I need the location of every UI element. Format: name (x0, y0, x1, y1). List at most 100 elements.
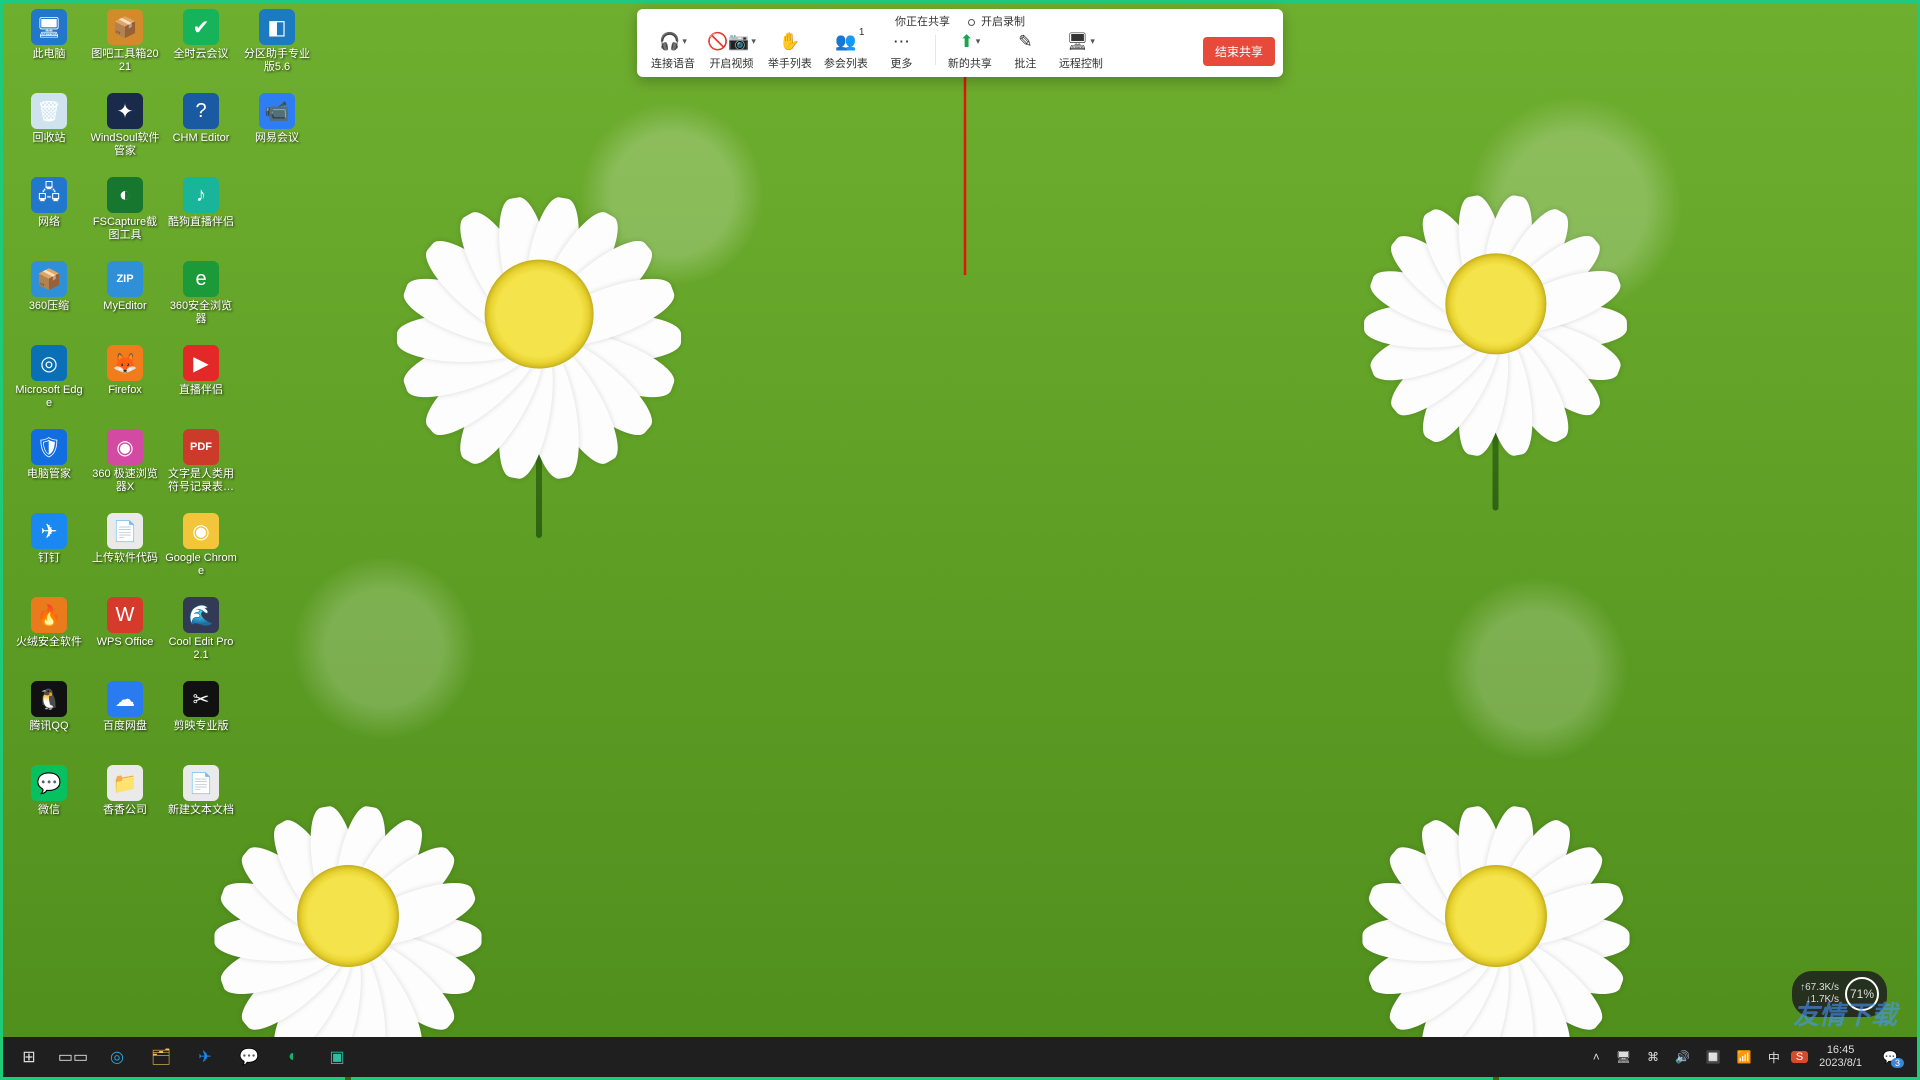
desktop-icon-label: 文字是人类用符号记录表… (165, 468, 237, 494)
network-monitor-widget[interactable]: ↑67.3K/s ↓1.7K/s 71% (1792, 971, 1887, 1017)
stop-share-button[interactable]: 结束共享 (1203, 37, 1275, 66)
desktop-icon[interactable]: ✔全时云会议 (163, 9, 239, 85)
wallpaper-flower (379, 154, 699, 474)
tray-bluetooth-icon[interactable]: ⌘ (1642, 1050, 1664, 1064)
app-icon: ♪ (183, 177, 219, 213)
app-icon: W (107, 597, 143, 633)
app-icon: 🐧 (31, 681, 67, 717)
desktop-icon[interactable]: ◧分区助手专业版5.6 (239, 9, 315, 85)
desktop-icon[interactable]: 📦图吧工具箱2021 (87, 9, 163, 85)
tray-battery-icon[interactable]: 🔲 (1701, 1050, 1726, 1064)
desktop-icon[interactable]: 🐧腾讯QQ (11, 681, 87, 757)
desktop-icon[interactable]: ✂剪映专业版 (163, 681, 239, 757)
chevron-down-icon: ▾ (976, 36, 981, 47)
windows-icon: ⊞ (22, 1047, 35, 1067)
app-icon: 📁 (107, 765, 143, 801)
task-view-button[interactable]: ▭▭ (51, 1037, 95, 1077)
desktop-icon[interactable]: ✦WindSoul软件管家 (87, 93, 163, 169)
app-icon: ? (183, 93, 219, 129)
desktop-icon[interactable]: ◐FSCapture截图工具 (87, 177, 163, 253)
new-share-button[interactable]: ⬆▾ 新的共享 (942, 31, 998, 71)
desktop-icon[interactable]: 🖥此电脑 (11, 9, 87, 85)
monitor-icon: 🖥 (1067, 32, 1089, 52)
desktop-icon-label: 分区助手专业版5.6 (241, 48, 313, 74)
taskbar-app-meeting[interactable]: ◐ (271, 1037, 315, 1077)
usage-ring: 71% (1845, 977, 1879, 1011)
tray-chevron-up-icon[interactable]: ˄ (1588, 1050, 1605, 1064)
desktop-icon[interactable]: 🦊Firefox (87, 345, 163, 421)
start-video-button[interactable]: 🚫📷▾ 开启视频 (701, 31, 762, 71)
desktop-icon[interactable]: ◉360 极速浏览器X (87, 429, 163, 505)
desktop-icon[interactable]: 📹网易会议 (239, 93, 315, 169)
app-icon: ✦ (107, 93, 143, 129)
desktop-icon[interactable]: ✈钉钉 (11, 513, 87, 589)
app-icon: ▶ (183, 345, 219, 381)
tray-volume-icon[interactable]: 🔊 (1670, 1050, 1695, 1064)
desktop-icon[interactable]: ☁百度网盘 (87, 681, 163, 757)
taskbar-app-wechat[interactable]: 💬 (227, 1037, 271, 1077)
app-icon: ◎ (31, 345, 67, 381)
start-recording[interactable]: 开启录制 (968, 13, 1025, 29)
annotate-button[interactable]: ✎ 批注 (998, 31, 1053, 71)
taskbar: ⊞ ▭▭ ◎ 🗂 ✈ 💬 ◐ ▣ ˄ 🖥 ⌘ 🔊 🔲 📶 中 S 16:45 2… (3, 1037, 1917, 1077)
app-icon: 🛡 (31, 429, 67, 465)
desktop-icon[interactable]: 📦360压缩 (11, 261, 87, 337)
download-speed: 1.7K/s (1811, 994, 1839, 1005)
desktop-icon[interactable]: ◎Microsoft Edge (11, 345, 87, 421)
app-icon: PDF (183, 429, 219, 465)
desktop-icon[interactable]: 📄上传软件代码 (87, 513, 163, 589)
desktop-icon[interactable]: WWPS Office (87, 597, 163, 673)
app-icon: ZIP (107, 261, 143, 297)
desktop-icon[interactable]: 🖧网络 (11, 177, 87, 253)
ime-brand-indicator[interactable]: S (1791, 1051, 1808, 1063)
share-screen-icon: ⬆ (959, 32, 973, 52)
app-icon: ◉ (183, 513, 219, 549)
app-icon: ✂ (183, 681, 219, 717)
desktop-icon[interactable]: 🔥 火绒安全软件 (11, 597, 87, 673)
desktop-icon-label: 图吧工具箱2021 (89, 48, 161, 74)
taskbar-app-edge[interactable]: ◎ (95, 1037, 139, 1077)
desktop-icon[interactable]: PDF 文字是人类用符号记录表… (163, 429, 239, 505)
desktop-icon[interactable]: e360安全浏览器 (163, 261, 239, 337)
desktop-icon-label: MyEditor (103, 300, 146, 313)
start-button[interactable]: ⊞ (7, 1037, 51, 1077)
desktop-icon[interactable]: 🗑回收站 (11, 93, 87, 169)
tray-monitor-icon[interactable]: 🖥 (1611, 1050, 1636, 1064)
desktop-icon[interactable]: 💬微信 (11, 765, 87, 841)
chevron-down-icon: ▾ (682, 36, 687, 47)
desktop-icon[interactable]: ▶直播伴侣 (163, 345, 239, 421)
notification-count: 3 (1891, 1058, 1904, 1068)
taskbar-app-explorer[interactable]: 🗂 (139, 1037, 183, 1077)
taskbar-app-remote[interactable]: ▣ (315, 1037, 359, 1077)
raise-hand-list-button[interactable]: ✋ 举手列表 (762, 31, 818, 71)
desktop-icon[interactable]: 🛡电脑管家 (11, 429, 87, 505)
desktop-icon[interactable]: 📁香香公司 (87, 765, 163, 841)
participants-button[interactable]: 👥1 参会列表 (818, 31, 874, 71)
desktop-icon-label: 火绒安全软件 (16, 636, 82, 649)
app-icon: 🌊 (183, 597, 219, 633)
desktop-icon-label: 全时云会议 (174, 48, 229, 61)
desktop-icon[interactable]: 🌊 Cool Edit Pro 2.1 (163, 597, 239, 673)
meeting-share-toolbar: 你正在共享 开启录制 🎧▾ 连接语音 🚫📷▾ 开启视频 ✋ 举手列表 👥1 参会… (637, 9, 1283, 77)
desktop-icon-label: Cool Edit Pro 2.1 (165, 636, 237, 662)
wallpaper-flower (1346, 766, 1646, 1066)
desktop-icon[interactable]: ?CHM Editor (163, 93, 239, 169)
desktop-icon-label: 酷狗直播伴侣 (168, 216, 234, 229)
app-icon: 🔥 (31, 597, 67, 633)
task-view-icon: ▭▭ (58, 1047, 88, 1067)
desktop-icon-label: 360 极速浏览器X (89, 468, 161, 494)
remote-control-button[interactable]: 🖥▾ 远程控制 (1053, 31, 1109, 71)
app-icon: ✈ (31, 513, 67, 549)
desktop-icon[interactable]: 📄新建文本文档 (163, 765, 239, 841)
desktop-icon[interactable]: ♪ 酷狗直播伴侣 (163, 177, 239, 253)
connect-audio-button[interactable]: 🎧▾ 连接语音 (645, 31, 701, 71)
red-arrow-annotation (955, 57, 975, 277)
taskbar-app-dingtalk[interactable]: ✈ (183, 1037, 227, 1077)
action-center-button[interactable]: 💬 3 (1873, 1043, 1907, 1071)
more-button[interactable]: ⋯ 更多 (874, 31, 929, 71)
desktop-icon[interactable]: ZIP MyEditor (87, 261, 163, 337)
tray-network-icon[interactable]: 📶 (1732, 1050, 1757, 1064)
taskbar-clock[interactable]: 16:45 2023/8/1 (1814, 1044, 1867, 1070)
ime-language[interactable]: 中 (1763, 1049, 1785, 1066)
desktop-icon[interactable]: ◉Google Chrome (163, 513, 239, 589)
